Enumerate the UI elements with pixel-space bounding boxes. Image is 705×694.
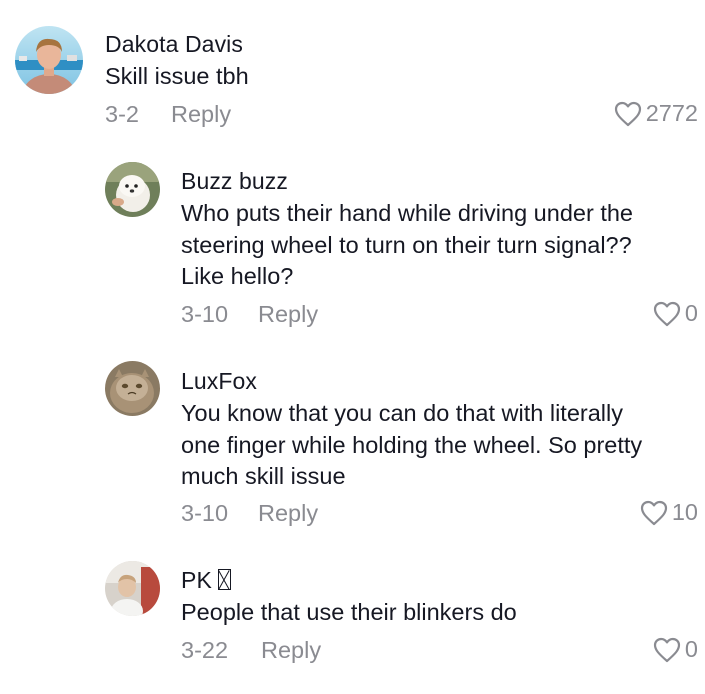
heart-outline-icon (653, 637, 681, 663)
reply-button[interactable]: Reply (258, 500, 318, 527)
avatar[interactable] (105, 361, 160, 416)
like-count: 0 (684, 300, 698, 326)
comment-date: 3-2 (105, 101, 139, 127)
missing-glyph-icon (217, 569, 231, 590)
comment-date: 3-22 (181, 637, 229, 663)
comment-text-line: Who puts their hand while driving under … (181, 200, 633, 226)
heart-outline-icon (653, 301, 681, 327)
username-text: PK (181, 567, 212, 593)
comment-text: Skill issue tbh (105, 61, 249, 93)
avatar[interactable] (105, 561, 160, 616)
comment-username[interactable]: LuxFox (181, 368, 257, 395)
like-button[interactable]: 2772 (614, 100, 698, 127)
comment-date: 3-10 (181, 500, 229, 526)
comment-text-line: one finger while holding the wheel. So p… (181, 431, 643, 458)
comment-text-line: Skill issue tbh (105, 63, 249, 89)
avatar[interactable] (15, 26, 83, 94)
comment-date: 3-10 (181, 301, 229, 327)
heart-outline-icon (640, 500, 668, 526)
avatar[interactable] (105, 162, 160, 217)
comment-text-line: People that use their blinkers do (181, 599, 517, 625)
reply-button[interactable]: Reply (171, 101, 231, 128)
comment-text-line: steering wheel to turn on their turn sig… (181, 231, 632, 258)
like-button[interactable]: 0 (653, 636, 698, 663)
like-count: 10 (671, 499, 698, 525)
comment-text: You know that you can do that with liter… (181, 398, 642, 493)
comment-text-line: much skill issue (181, 463, 346, 489)
comment-text: Who puts their hand while driving under … (181, 198, 633, 293)
like-button[interactable]: 10 (640, 499, 698, 526)
like-button[interactable]: 0 (653, 300, 698, 327)
comment-text: People that use their blinkers do (181, 597, 517, 629)
reply-button[interactable]: Reply (258, 301, 318, 328)
comment-username[interactable]: Buzz buzz (181, 168, 288, 195)
reply-button[interactable]: Reply (261, 637, 321, 664)
comment-username[interactable]: Dakota Davis (105, 31, 243, 58)
like-count: 2772 (645, 100, 698, 126)
like-count: 0 (684, 636, 698, 662)
comment-text-line: Like hello? (181, 263, 294, 289)
heart-outline-icon (614, 101, 642, 127)
comment-username[interactable]: PK (181, 567, 231, 594)
comment-text-line: You know that you can do that with liter… (181, 400, 623, 426)
